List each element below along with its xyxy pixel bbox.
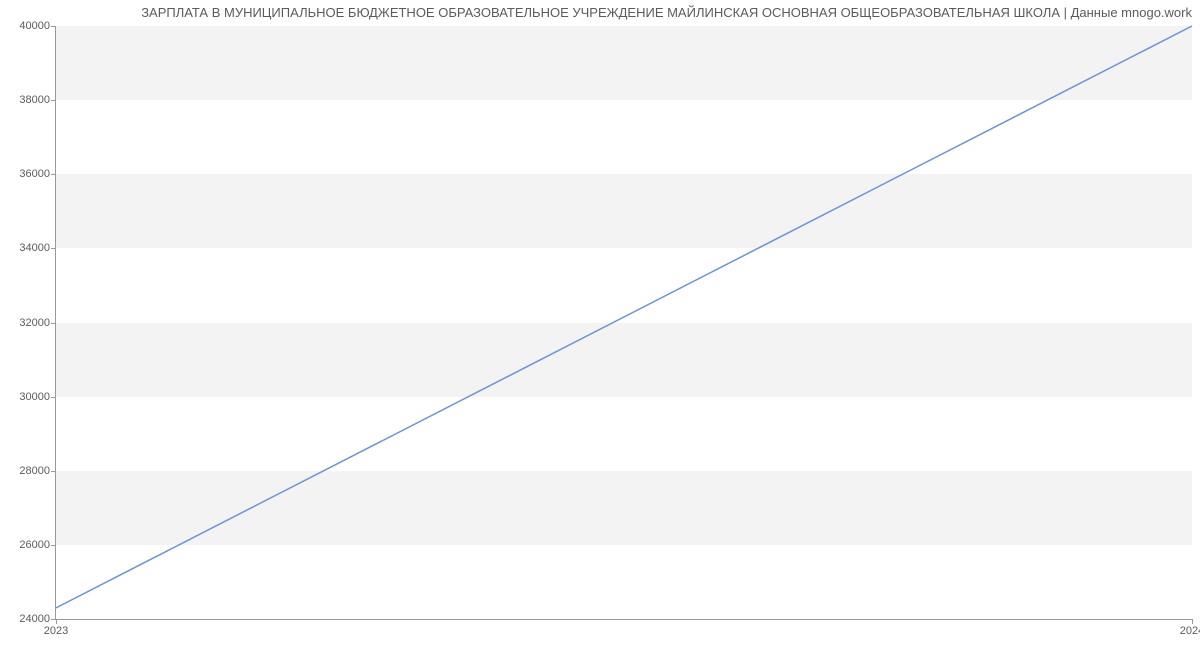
y-tick-label: 36000 [19, 168, 50, 180]
y-tick-mark [51, 248, 56, 249]
x-tick-label: 2024 [1180, 625, 1200, 637]
series-line [56, 26, 1192, 608]
y-tick-mark [51, 545, 56, 546]
x-tick-mark [56, 619, 57, 624]
y-tick-mark [51, 26, 56, 27]
y-tick-label: 28000 [19, 465, 50, 477]
y-tick-mark [51, 100, 56, 101]
y-tick-label: 34000 [19, 242, 50, 254]
y-tick-mark [51, 397, 56, 398]
y-tick-mark [51, 323, 56, 324]
y-tick-label: 24000 [19, 613, 50, 625]
plot-area: 2400026000280003000032000340003600038000… [55, 26, 1192, 620]
line-layer [56, 26, 1192, 619]
y-tick-label: 30000 [19, 391, 50, 403]
y-tick-label: 32000 [19, 317, 50, 329]
x-tick-mark [1192, 619, 1193, 624]
y-tick-label: 40000 [19, 20, 50, 32]
chart-title: ЗАРПЛАТА В МУНИЦИПАЛЬНОЕ БЮДЖЕТНОЕ ОБРАЗ… [0, 5, 1192, 20]
y-tick-mark [51, 471, 56, 472]
y-tick-label: 26000 [19, 539, 50, 551]
x-tick-label: 2023 [44, 625, 68, 637]
y-tick-mark [51, 174, 56, 175]
y-tick-label: 38000 [19, 94, 50, 106]
